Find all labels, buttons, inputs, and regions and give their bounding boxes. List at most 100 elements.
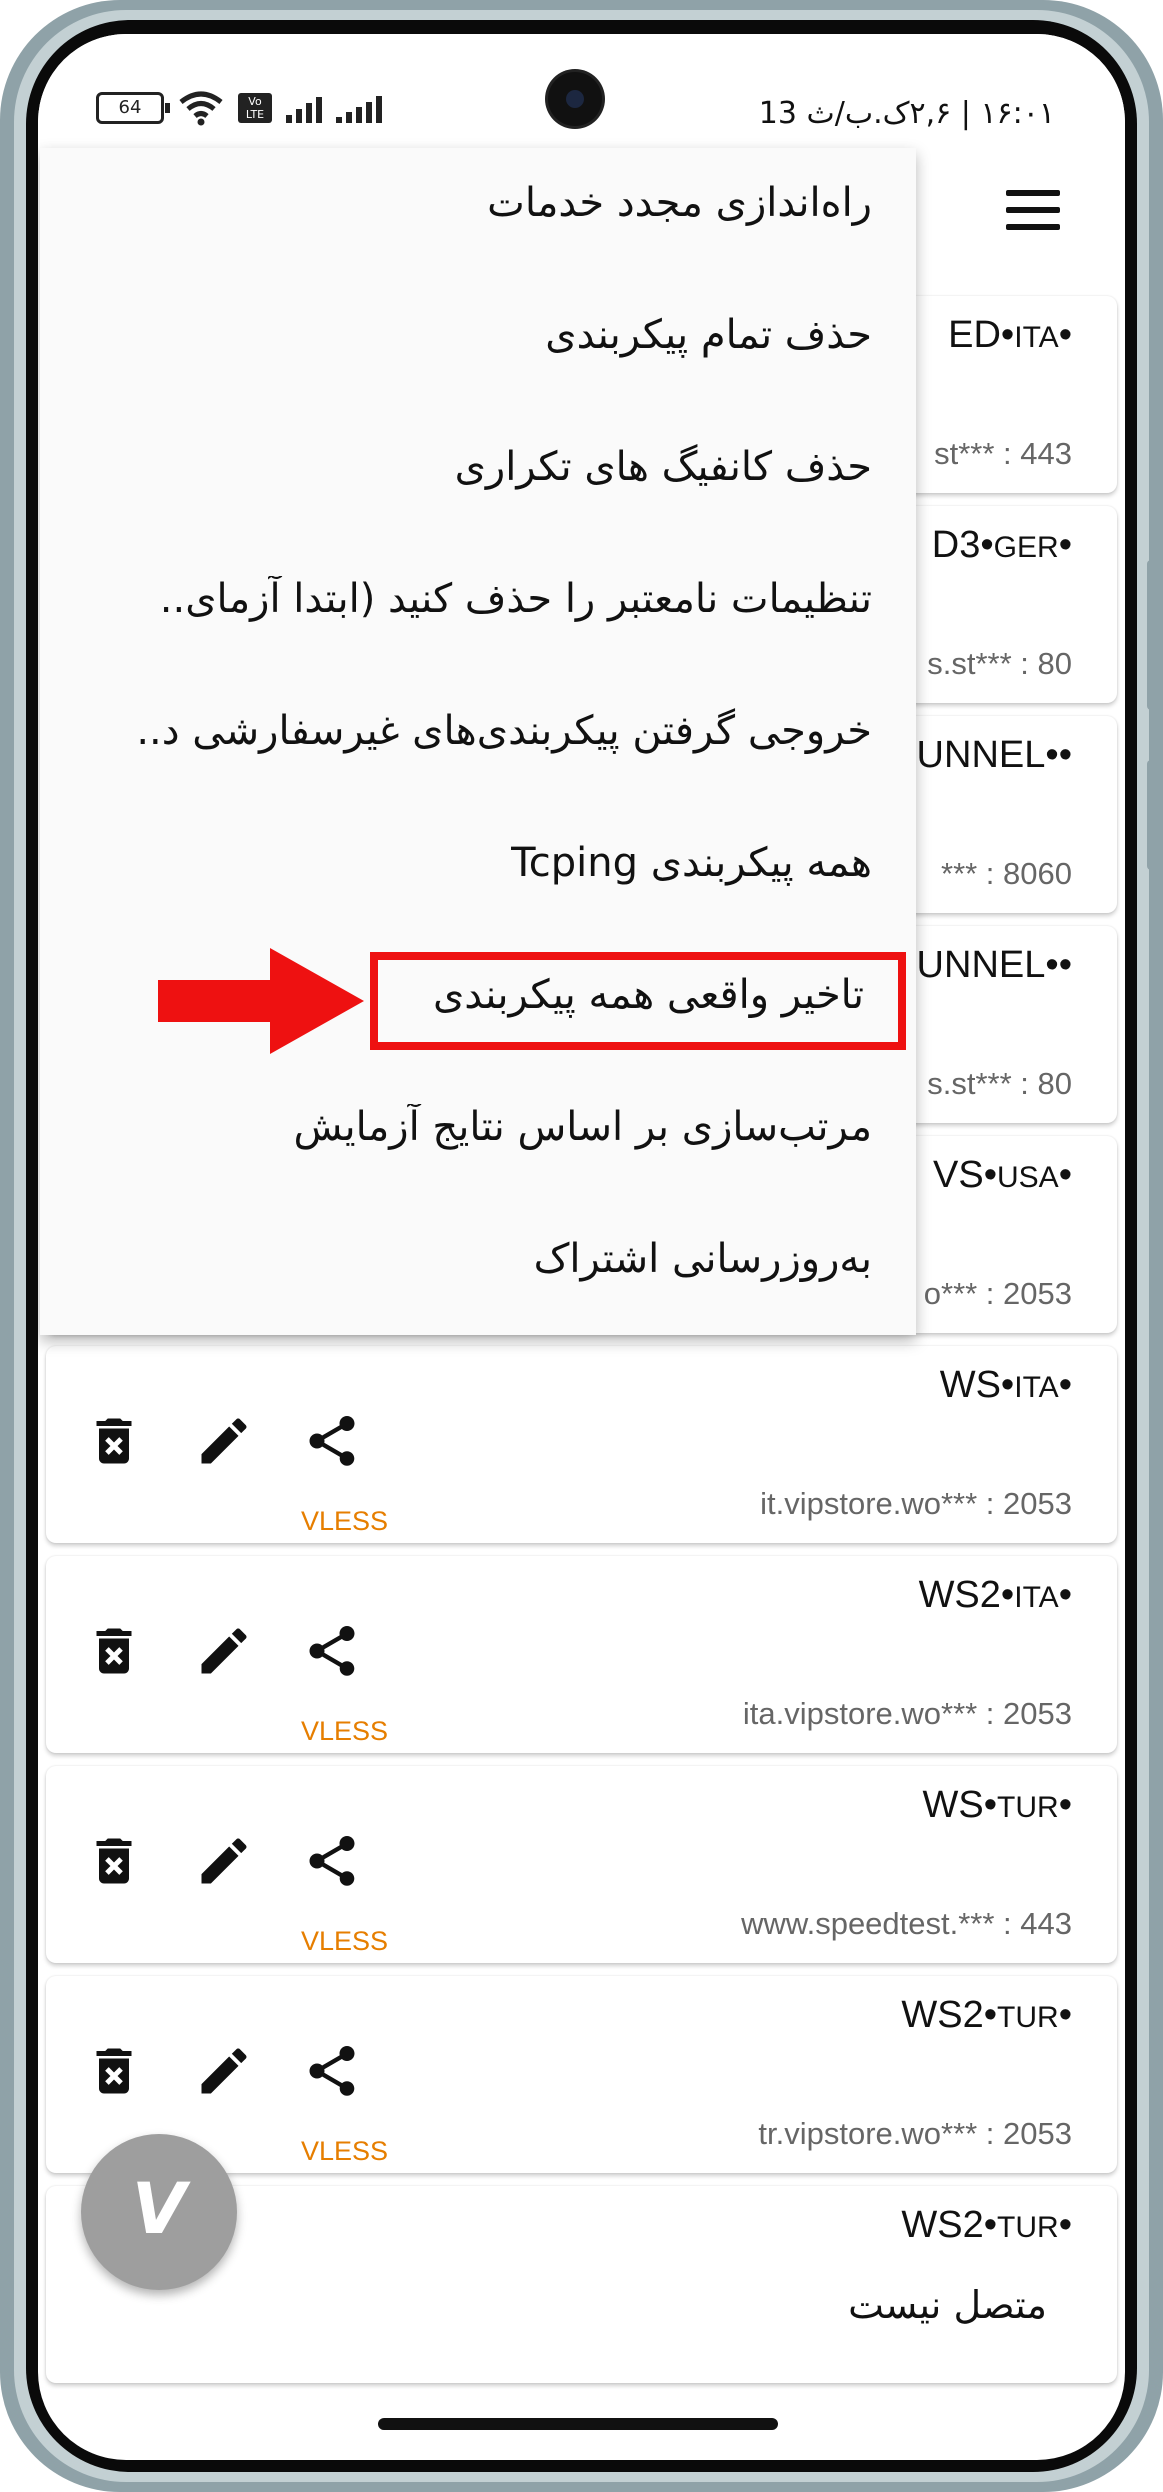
status-bar: 64 Vo LTE ۱۶:۰۱ | ۲,۶ک.ب/ث 13 [38,34,1125,164]
server-title: VS•USA• [933,1154,1072,1197]
menu-item-delete-duplicate-configs[interactable]: حذف کانفیگ های تکراری [52,444,872,490]
connection-status: متصل نیست [848,2283,1047,2327]
screen: 64 Vo LTE ۱۶:۰۱ | ۲,۶ک.ب/ث 13 ED•ITA• st*… [38,34,1125,2460]
separator-dot: • [1058,2204,1072,2246]
server-title: WS•TUR• [923,1784,1073,1827]
server-title: WS2•TUR• [901,1994,1072,2037]
menu-item-update-subscription[interactable]: به‌روزرسانی اشتراک [52,1236,872,1282]
separator-dot: • [983,1784,998,1826]
menu-item-restart-service[interactable]: راه‌اندازی مجدد خدمات [52,180,872,226]
edit-icon[interactable] [194,1621,254,1681]
delete-icon[interactable] [84,1621,144,1681]
server-country: TUR [997,2211,1059,2244]
connect-fab[interactable]: V [81,2134,237,2290]
menu-item-delete-all-configs[interactable]: حذف تمام پیکربندی [52,312,872,358]
separator-dot: • [1058,1574,1072,1616]
server-country: ITA [1014,1371,1059,1404]
battery-icon: 64 [96,92,170,124]
server-country: TUR [997,2001,1059,2034]
edit-icon[interactable] [194,2041,254,2101]
server-card[interactable]: WS•ITA• it.vipstore.wo*** : 2053 VLESS [46,1346,1117,1543]
separator-dot: • [1058,1784,1072,1826]
edit-icon[interactable] [194,1831,254,1891]
menu-item-delete-invalid-configs[interactable]: تنظیمات نامعتبر را حذف کنید (ابتدا آزمای… [52,576,872,622]
separator-dot: • [1045,944,1059,986]
server-name: VS [932,1154,984,1196]
delete-icon[interactable] [84,1831,144,1891]
server-card[interactable]: WS•TUR• www.speedtest.*** : 443 VLESS [46,1766,1117,1963]
server-country: GER [993,531,1059,564]
highlight-box [370,952,906,1050]
server-name: WS2 [918,1574,1001,1616]
status-icons: 64 Vo LTE [96,86,382,130]
separator-dot: • [1058,734,1072,776]
signal-2-icon [336,93,382,123]
separator-dot: • [1058,944,1072,986]
server-country: USA [997,1161,1059,1194]
server-country: ITA [1014,321,1059,354]
wifi-icon [179,91,223,126]
server-name: WS2 [901,2204,984,2246]
separator-dot: • [1058,524,1072,566]
server-name: TUNNEL [893,944,1046,986]
server-address: st*** : 443 [934,436,1072,471]
server-name: WS2 [901,1994,984,2036]
server-name: WS [939,1364,1001,1406]
menu-icon[interactable] [1006,190,1060,230]
server-title: TUNNEL•• [893,944,1072,987]
server-card[interactable]: WS2•ITA• ita.vipstore.wo*** : 2053 VLESS [46,1556,1117,1753]
server-name: WS [922,1784,984,1826]
share-icon[interactable] [302,2041,362,2101]
arrow-right-icon [158,948,364,1054]
server-address: www.speedtest.*** : 443 [741,1906,1072,1941]
separator-dot: • [1000,314,1015,356]
server-title: WS2•ITA• [919,1574,1072,1617]
power-button [1147,760,1157,870]
delete-icon[interactable] [84,2041,144,2101]
home-indicator[interactable] [378,2418,778,2430]
separator-dot: • [1058,1154,1072,1196]
separator-dot: • [1058,314,1072,356]
delete-icon[interactable] [84,1411,144,1471]
server-address: it.vipstore.wo*** : 2053 [760,1486,1072,1521]
signal-1-icon [286,93,322,123]
front-camera [548,72,602,126]
separator-dot: • [1000,1574,1015,1616]
volte-icon: Vo LTE [238,93,272,123]
server-name: TUNNEL [893,734,1046,776]
separator-dot: • [1000,1364,1015,1406]
share-icon[interactable] [302,1621,362,1681]
volume-button [1147,560,1157,710]
server-title: TUNNEL•• [893,734,1072,777]
server-country: TUR [997,1791,1059,1824]
overflow-menu: راه‌اندازی مجدد خدمات حذف تمام پیکربندی … [40,148,916,1335]
separator-dot: • [983,1154,997,1196]
share-icon[interactable] [302,1411,362,1471]
server-title: WS•ITA• [940,1364,1072,1407]
menu-item-tcping-all[interactable]: همه پیکربندی Tcping [52,840,872,886]
protocol-label: VLESS [301,1716,389,1746]
server-address: s.st*** : 80 [927,1066,1072,1101]
server-address: ita.vipstore.wo*** : 2053 [742,1696,1072,1731]
server-title: WS2•TUR• [901,2204,1072,2247]
separator-dot: • [983,2204,998,2246]
server-name: ED [948,314,1001,356]
menu-item-export-configs[interactable]: خروجی گرفتن پیکربندی‌های غیرسفارشی د.. [52,708,872,754]
separator-dot: • [980,524,994,566]
protocol-label: VLESS [301,2136,389,2166]
server-address: tr.vipstore.wo*** : 2053 [758,2116,1072,2151]
separator-dot: • [1045,734,1059,776]
server-card[interactable]: WS2•TUR• tr.vipstore.wo*** : 2053 VLESS [46,1976,1117,2173]
server-title: ED•ITA• [948,314,1072,357]
server-country: ITA [1014,1581,1059,1614]
menu-item-sort-by-test[interactable]: مرتب‌سازی بر اساس نتایج آزمایش [52,1104,872,1150]
server-title: D3•GER• [932,524,1072,567]
protocol-label: VLESS [301,1506,389,1536]
status-time: ۱۶:۰۱ | ۲,۶ک.ب/ث 13 [758,96,1055,131]
edit-icon[interactable] [194,1411,254,1471]
protocol-label: VLESS [301,1926,389,1956]
server-address: s.st*** : 80 [927,646,1072,681]
share-icon[interactable] [302,1831,362,1891]
server-address: *** : 8060 [941,856,1072,891]
separator-dot: • [1058,1364,1072,1406]
